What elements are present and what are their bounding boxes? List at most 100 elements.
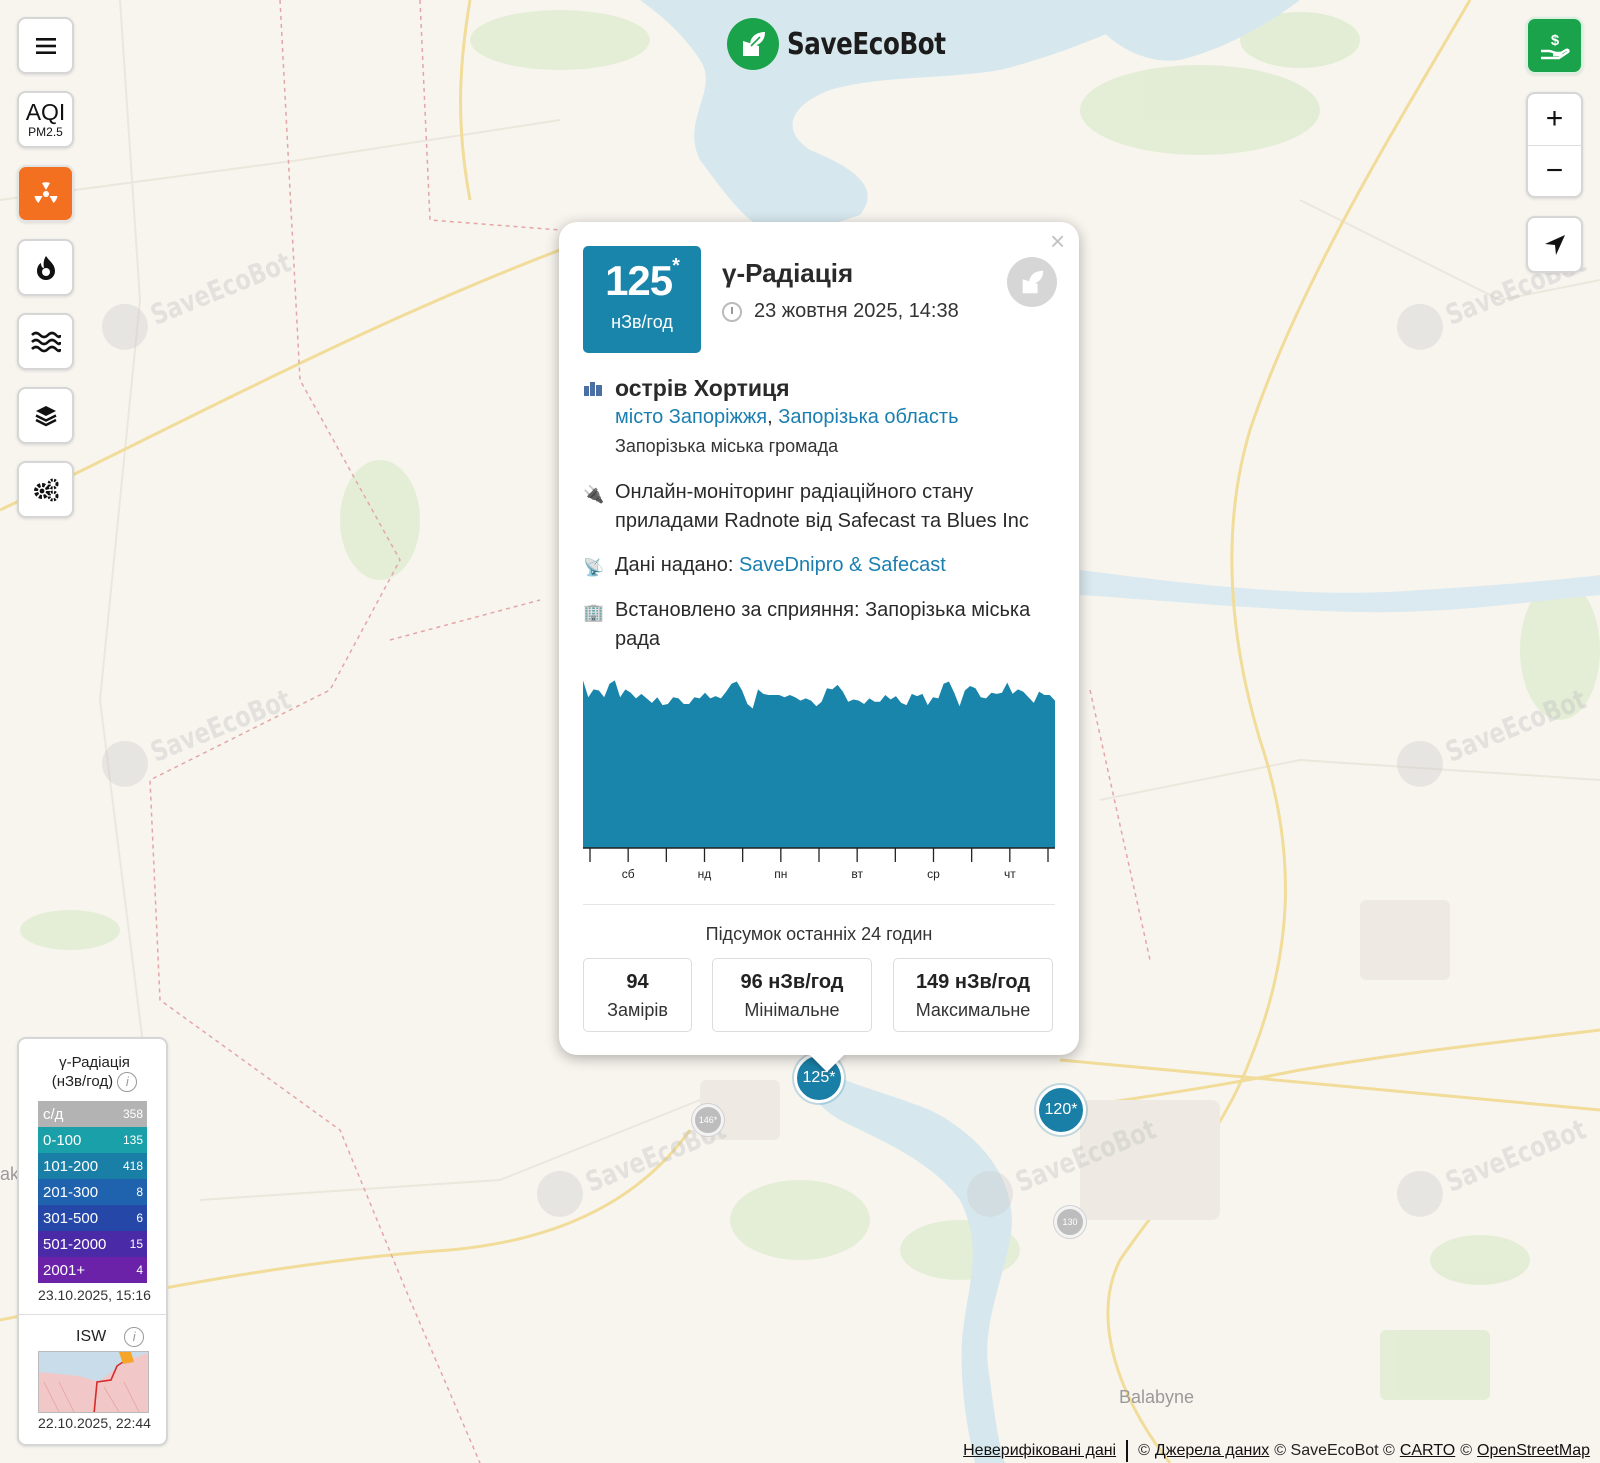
chart-x-tick-label: чт <box>1004 867 1016 881</box>
locate-button[interactable] <box>1526 216 1583 273</box>
zoom-control: + − <box>1526 92 1583 198</box>
legend-row[interactable]: 2001+ 4 <box>38 1257 147 1283</box>
legend-count: 8 <box>136 1185 143 1199</box>
legend-range: 0-100 <box>43 1131 82 1149</box>
installed-row: 🏢 Встановлено за сприяння: Запорізька мі… <box>583 596 1055 654</box>
provider-row: 📡 Дані надано: SaveDnipro & Safecast <box>583 551 946 582</box>
radiation-marker-offline[interactable]: 146* <box>692 1104 724 1136</box>
summary-title: Підсумок останніх 24 годин <box>705 924 933 944</box>
radiation-history-chart[interactable]: сб нд пн вт ср чт <box>583 668 1055 888</box>
legend-count: 358 <box>122 1107 143 1121</box>
fire-icon <box>36 255 55 280</box>
legend-range: 101-200 <box>43 1157 99 1175</box>
radiation-marker-offline[interactable]: 130 <box>1054 1206 1086 1238</box>
data-sources-link[interactable]: Джерела даних <box>1155 1442 1269 1460</box>
app-logo[interactable]: SaveEcoBot <box>727 18 980 70</box>
provider-logo-icon <box>1007 257 1057 307</box>
stat-minimum: 96 нЗв/год Мінімальне <box>712 958 872 1032</box>
menu-icon <box>35 37 56 54</box>
radiation-icon <box>34 181 57 203</box>
region-link[interactable]: Запорізька область <box>778 406 958 428</box>
chart-x-tick-label: ср <box>927 867 940 881</box>
location-name: острів Хортиця <box>615 375 790 401</box>
plug-icon: 🔌 <box>583 485 605 504</box>
unverified-mark: * <box>672 255 680 277</box>
legend-row[interactable]: 301-500 6 <box>38 1205 147 1231</box>
isw-map-thumbnail[interactable] <box>38 1351 149 1413</box>
legend-count: 15 <box>129 1237 143 1251</box>
zoom-in-button[interactable]: + <box>1528 94 1581 146</box>
location-block: острів Хортиця місто Запоріжжя, Запорізь… <box>583 374 958 461</box>
isw-label: ISW <box>76 1328 107 1345</box>
installed-text: Встановлено за сприяння: Запорізька місь… <box>615 599 1031 650</box>
isw-header: ISW i <box>76 1327 145 1347</box>
legend-count: 418 <box>122 1159 143 1173</box>
city-link[interactable]: місто Запоріжжя <box>615 406 767 428</box>
office-building-icon: 🏢 <box>583 603 605 622</box>
current-value-unit: нЗв/год <box>611 312 673 332</box>
chart-x-tick-label: нд <box>698 867 712 881</box>
aqi-label: AQI PM2.5 <box>25 99 66 139</box>
legend-range: 2001+ <box>43 1261 86 1279</box>
popup-title: γ-Радіація <box>722 258 854 288</box>
attribution-divider <box>1126 1440 1129 1462</box>
chart-x-tick-label: пн <box>774 867 787 881</box>
legend-count: 135 <box>122 1133 143 1147</box>
description-row: 🔌 Онлайн-моніторинг радіаційного стану п… <box>583 478 1055 536</box>
stat-maximum: 149 нЗв/год Максимальне <box>893 958 1053 1032</box>
clock-icon <box>722 301 742 322</box>
station-description: Онлайн-моніторинг радіаційного стану при… <box>615 481 1029 532</box>
location-arrow-icon <box>1544 234 1565 255</box>
svg-text:$: $ <box>1550 32 1559 49</box>
legend-range: с/д <box>43 1105 64 1123</box>
city-buildings-icon <box>583 376 603 461</box>
donate-button[interactable]: $ <box>1526 17 1583 74</box>
menu-button[interactable] <box>17 17 74 74</box>
legend-range: 501-2000 <box>43 1235 107 1253</box>
measurement-date: 23 жовтня 2025, 14:38 <box>722 300 959 323</box>
fire-layer-button[interactable] <box>17 239 74 296</box>
waves-icon <box>30 331 61 352</box>
legend-count: 6 <box>136 1211 143 1225</box>
current-value: 125 <box>605 257 673 304</box>
donate-hand-icon: $ <box>1540 32 1570 59</box>
legend-row[interactable]: 101-200 418 <box>38 1153 147 1179</box>
provider-link[interactable]: SaveDnipro & Safecast <box>739 554 946 576</box>
radiation-layer-button[interactable] <box>17 165 74 222</box>
legend-range: 301-500 <box>43 1209 99 1227</box>
popup-tip <box>809 1054 845 1072</box>
summary-divider <box>583 904 1055 905</box>
stat-measurements: 94 Замірів <box>583 958 692 1032</box>
osm-link[interactable]: OpenStreetMap <box>1477 1442 1590 1460</box>
chart-x-tick-label: сб <box>622 867 635 881</box>
gears-icon <box>33 478 58 501</box>
chart-x-tick-label: вт <box>851 867 863 881</box>
water-layer-button[interactable] <box>17 313 74 370</box>
isw-date: 22.10.2025, 22:44 <box>38 1415 151 1431</box>
legend-count: 4 <box>136 1263 143 1277</box>
popup-close-button[interactable]: × <box>1050 228 1065 254</box>
isw-info-icon[interactable]: i <box>124 1327 145 1347</box>
aqi-layer-button[interactable]: AQI PM2.5 <box>17 91 74 148</box>
layers-button[interactable] <box>17 387 74 444</box>
chart-area-series <box>583 680 1055 848</box>
legend-scale: с/д 358 0-100 135 101-200 418 201-300 8 301-500 6… <box>38 1101 147 1283</box>
settings-button[interactable] <box>17 461 74 518</box>
map-attribution: Неверифіковані дані © Джерела даних © Sa… <box>963 1440 1590 1462</box>
layers-icon <box>34 405 57 426</box>
town-label: Balabyne <box>1119 1387 1194 1407</box>
legend-row[interactable]: 501-2000 15 <box>38 1231 147 1257</box>
legend-row[interactable]: с/д 358 <box>38 1101 147 1127</box>
legend-info-icon[interactable]: i <box>117 1072 138 1092</box>
unverified-data-link[interactable]: Неверифіковані дані <box>963 1442 1116 1460</box>
community-name: Запорізька міська громада <box>615 436 839 456</box>
radiation-marker[interactable]: 120* <box>1036 1085 1086 1135</box>
zoom-out-button[interactable]: − <box>1528 146 1581 197</box>
current-value-badge: 125* нЗв/год <box>583 246 701 353</box>
map-legend: γ-Радіація (нЗв/год) i с/д 358 0-100 135 101… <box>17 1037 168 1446</box>
satellite-dish-icon: 📡 <box>583 558 605 577</box>
carto-link[interactable]: CARTO <box>1400 1442 1455 1460</box>
legend-row[interactable]: 201-300 8 <box>38 1179 147 1205</box>
legend-row[interactable]: 0-100 135 <box>38 1127 147 1153</box>
logo-leaf-icon <box>727 18 779 70</box>
